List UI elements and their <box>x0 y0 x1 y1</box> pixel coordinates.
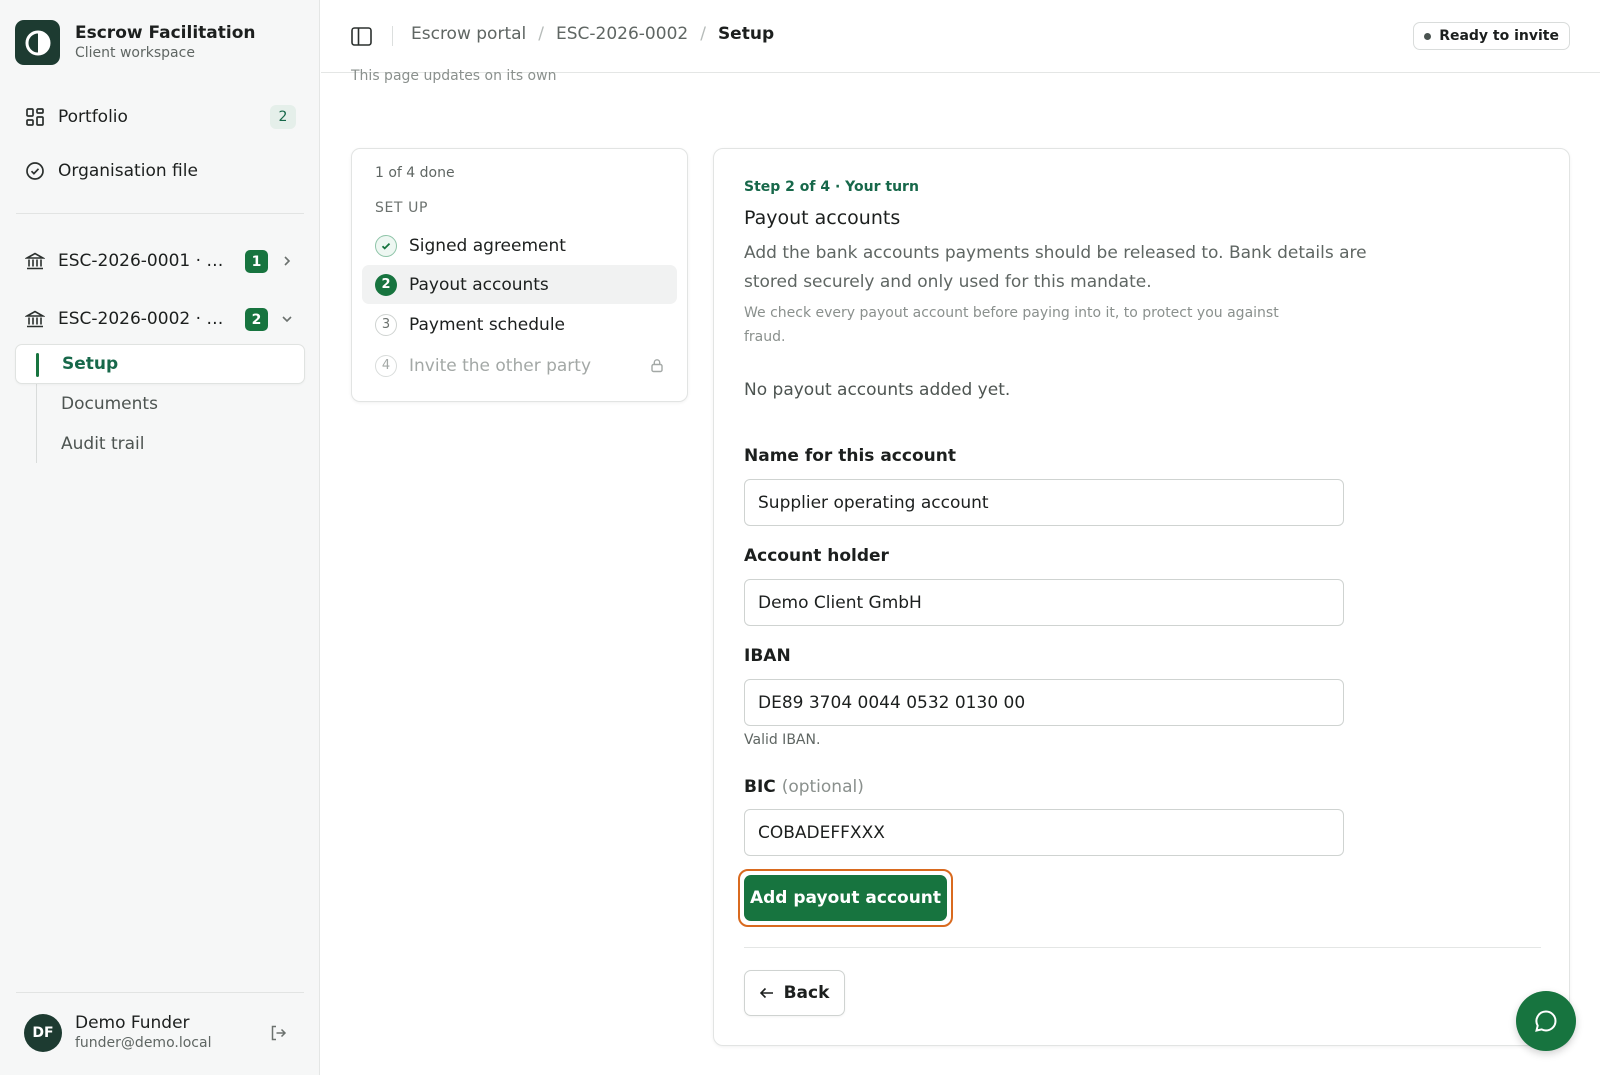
case-count-badge: 1 <box>245 250 268 273</box>
sidebar-item-documents[interactable]: Documents <box>36 385 304 423</box>
steps-progress: 1 of 4 done <box>375 165 455 181</box>
steps-heading: SET UP <box>375 200 429 216</box>
half-circle-logo-icon <box>15 20 60 65</box>
step-label: Signed agreement <box>409 235 566 256</box>
avatar: DF <box>24 1013 62 1052</box>
card-title: Payout accounts <box>744 207 901 229</box>
sidebar-item-audit-trail[interactable]: Audit trail <box>36 425 304 463</box>
lock-icon <box>649 357 665 373</box>
sidebar-item-organisation-file[interactable]: Organisation file <box>24 155 296 187</box>
brand-subtitle: Client workspace <box>75 44 195 61</box>
chevron-right-icon[interactable] <box>278 252 296 270</box>
optional-hint: (optional) <box>781 777 864 797</box>
empty-state-message: No payout accounts added yet. <box>744 380 1011 400</box>
add-payout-account-button[interactable]: Add payout account <box>744 875 947 921</box>
subnav-label: Documents <box>61 394 158 414</box>
subnav-label: Setup <box>62 354 119 374</box>
bic-field[interactable] <box>744 809 1344 856</box>
sidebar-item-portfolio[interactable]: Portfolio 2 <box>24 101 296 133</box>
payout-accounts-card: Step 2 of 4 · Your turn Payout accounts … <box>713 148 1570 1046</box>
fraud-check-note: We check every payout account before pay… <box>744 305 1279 345</box>
auto-update-note: This page updates on its own <box>351 68 557 84</box>
status-badge: Ready to invite <box>1413 22 1570 50</box>
bank-icon <box>24 308 46 330</box>
sidebar-item-label: Organisation file <box>58 161 198 181</box>
step-invite-other-party: 4 Invite the other party <box>362 346 677 385</box>
step-label: Payment schedule <box>409 314 566 335</box>
iban-validation-message: Valid IBAN. <box>744 732 821 748</box>
step-label: Payout accounts <box>409 274 549 295</box>
breadcrumb-separator: / <box>538 24 544 44</box>
brand-title: Escrow Facilitation <box>75 22 256 43</box>
breadcrumb-escrow-portal[interactable]: Escrow portal <box>411 24 526 44</box>
active-indicator <box>36 353 39 377</box>
case-count-badge: 2 <box>245 308 268 331</box>
step-number: 4 <box>375 354 397 377</box>
sidebar-toggle-icon[interactable] <box>349 24 373 48</box>
user-profile: DF Demo Funder funder@demo.local <box>24 1013 211 1052</box>
arrow-left-icon <box>759 987 774 999</box>
breadcrumb: Escrow portal / ESC-2026-0002 / Setup <box>411 24 774 44</box>
sidebar-item-setup[interactable]: Setup <box>15 344 305 384</box>
step-number: 2 <box>375 273 397 296</box>
breadcrumb-separator: / <box>700 24 706 44</box>
account-holder-label: Account holder <box>744 546 889 566</box>
back-button[interactable]: Back <box>744 970 845 1016</box>
sidebar: Escrow Facilitation Client workspace Por… <box>0 0 320 1075</box>
step-eyebrow: Step 2 of 4 · Your turn <box>744 179 919 195</box>
logout-icon[interactable] <box>267 1022 289 1044</box>
card-divider <box>744 947 1541 948</box>
account-holder-field[interactable] <box>744 579 1344 626</box>
step-number: 3 <box>375 313 397 336</box>
sidebar-item-label: Portfolio <box>58 107 128 127</box>
brand: Escrow Facilitation Client workspace <box>15 20 255 65</box>
status-dot-icon <box>1424 32 1432 40</box>
case-label: ESC-2026-0002 · Demo <box>58 309 228 329</box>
step-payout-accounts[interactable]: 2 Payout accounts <box>362 265 677 304</box>
account-name-field[interactable] <box>744 479 1344 526</box>
breadcrumb-current: Setup <box>717 24 775 44</box>
topbar: Escrow portal / ESC-2026-0002 / Setup Re… <box>321 0 1600 73</box>
status-label: Ready to invite <box>1439 28 1559 44</box>
step-label: Invite the other party <box>409 355 592 376</box>
sidebar-case-esc-2026-0002[interactable]: ESC-2026-0002 · Demo 2 <box>24 302 296 336</box>
step-signed-agreement[interactable]: Signed agreement <box>362 226 677 265</box>
sidebar-divider <box>16 213 304 214</box>
steps-card: 1 of 4 done SET UP Signed agreement 2 Pa… <box>351 148 688 402</box>
breadcrumb-case[interactable]: ESC-2026-0002 <box>556 24 688 44</box>
portfolio-count-badge: 2 <box>270 105 296 129</box>
step-payment-schedule[interactable]: 3 Payment schedule <box>362 305 677 344</box>
case-label: ESC-2026-0001 · Demo <box>58 251 228 271</box>
user-email: funder@demo.local <box>75 1035 212 1051</box>
sidebar-divider <box>16 992 304 993</box>
card-description: Add the bank accounts payments should be… <box>744 243 1367 292</box>
check-icon <box>375 234 397 257</box>
chat-bubble-icon[interactable] <box>1516 991 1576 1051</box>
bic-label-text: BIC <box>744 777 776 797</box>
iban-label: IBAN <box>744 646 791 666</box>
back-label: Back <box>783 983 830 1003</box>
sidebar-case-esc-2026-0001[interactable]: ESC-2026-0001 · Demo 1 <box>24 244 296 278</box>
bic-label: BIC (optional) <box>744 777 864 797</box>
toolbar-divider <box>392 26 393 46</box>
chevron-down-icon[interactable] <box>278 310 296 328</box>
bank-icon <box>24 250 46 272</box>
subnav-label: Audit trail <box>61 434 145 454</box>
account-name-label: Name for this account <box>744 446 956 466</box>
iban-field[interactable] <box>744 679 1344 726</box>
grid-icon <box>24 106 46 128</box>
check-circle-icon <box>24 160 46 182</box>
user-name: Demo Funder <box>75 1013 190 1033</box>
